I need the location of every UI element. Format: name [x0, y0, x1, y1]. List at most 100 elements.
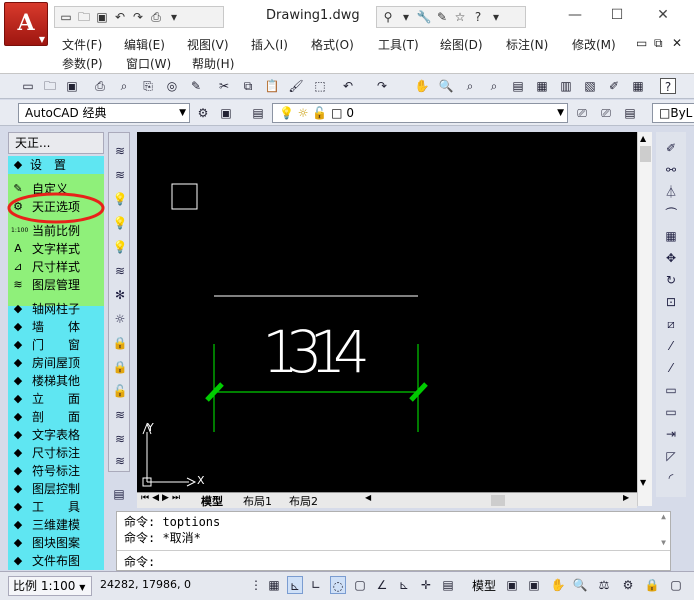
workspace-toggle-icon[interactable]: ▣ [218, 105, 234, 121]
vertical-scrollbar[interactable]: ▲ ▼ [637, 132, 652, 506]
open-file-icon[interactable]: 🗀 [77, 10, 91, 24]
palette-group-file-layout[interactable]: ◆ 文件布图 [8, 552, 104, 570]
tool-palettes-icon[interactable]: ▥ [558, 78, 574, 94]
menu-tools[interactable]: 工具(T) [378, 36, 419, 53]
save-icon[interactable]: ▣ [95, 10, 109, 24]
command-input[interactable] [177, 552, 657, 569]
color-select[interactable]: □ByL [652, 103, 694, 123]
layer-states-icon[interactable]: ▤ [622, 105, 638, 121]
model-space-toggle[interactable]: 模型 [472, 577, 496, 594]
palette-group-section[interactable]: ◆ 剖 面 [8, 408, 104, 426]
application-menu-button[interactable]: A ▼ [4, 2, 48, 46]
open-icon[interactable]: 🗀 [42, 78, 58, 94]
redo-icon[interactable]: ↷ [131, 10, 145, 24]
palette-group-settings[interactable]: ◆ 设 置 [8, 156, 104, 174]
join-icon[interactable]: ⇥ [663, 426, 679, 442]
palette-group-3d[interactable]: ◆ 三维建模 [8, 516, 104, 534]
workspace-select[interactable]: AutoCAD 经典 ▼ [18, 103, 190, 123]
sheet-set-icon[interactable]: ▧ [582, 78, 598, 94]
copy-object-icon[interactable]: ⚯ [663, 162, 679, 178]
copy-icon[interactable]: ⧉ [240, 78, 256, 94]
tab-model[interactable]: 模型 [201, 493, 223, 509]
menu-dimension[interactable]: 标注(N) [506, 36, 548, 53]
new-file-icon[interactable]: ▭ [59, 10, 73, 24]
ortho-mode-icon[interactable]: ∟ [308, 576, 324, 594]
layer-tool-icon[interactable]: ≋ [112, 263, 128, 279]
layer-previous-icon[interactable]: ⎚ [598, 105, 614, 121]
properties-icon[interactable]: ▤ [510, 78, 526, 94]
palette-item-text-style[interactable]: A 文字样式 [8, 240, 104, 258]
scroll-down-icon[interactable]: ▼ [640, 478, 646, 487]
freeze-icon[interactable]: ✻ [112, 287, 128, 303]
palette-title[interactable]: 天正... [8, 132, 104, 154]
save-icon[interactable]: ▣ [64, 78, 80, 94]
doc-close-icon[interactable]: ✕ [672, 36, 682, 50]
scroll-up-icon[interactable]: ▲ [640, 134, 646, 143]
light-bulb-icon[interactable]: 💡 [112, 215, 128, 231]
break-at-point-icon[interactable]: ▭ [663, 382, 679, 398]
scale-icon[interactable]: ⊡ [663, 294, 679, 310]
palette-group-blocks[interactable]: ◆ 图块图案 [8, 534, 104, 552]
binoculars-icon[interactable]: ⚲ [381, 10, 395, 24]
palette-group-door-window[interactable]: ◆ 门 窗 [8, 336, 104, 354]
tab-navigation-icon[interactable]: ⏮◀▶⏭ [141, 493, 183, 503]
dynamic-ucs-icon[interactable]: ✛ [418, 576, 434, 594]
light-bulb-icon[interactable]: 💡 [112, 191, 128, 207]
hscroll-thumb[interactable] [491, 495, 505, 506]
array-icon[interactable]: ▦ [663, 228, 679, 244]
cut-icon[interactable]: ✂ [216, 78, 232, 94]
help-dropdown-icon[interactable]: ▾ [489, 10, 503, 24]
layer-tool-icon[interactable]: ≋ [112, 167, 128, 183]
quick-view-drawings-icon[interactable]: ▣ [526, 576, 542, 594]
zoom-realtime-icon[interactable]: 🔍 [438, 78, 454, 94]
menu-format[interactable]: 格式(O) [311, 36, 354, 53]
workspace-settings-icon[interactable]: ⚙ [195, 105, 211, 121]
plot-icon[interactable]: ⎙ [92, 78, 108, 94]
minimize-button[interactable]: — [560, 4, 590, 26]
layer-tool-icon[interactable]: ≋ [112, 407, 128, 423]
coordinate-readout[interactable]: 24282, 17986, 0 [100, 578, 191, 591]
undo-icon[interactable]: ↶ [113, 10, 127, 24]
palette-group-layer-control[interactable]: ◆ 图层控制 [8, 480, 104, 498]
palette-group-axis[interactable]: ◆ 轴网柱子 [8, 300, 104, 318]
connect-icon[interactable]: ✎ [435, 10, 449, 24]
break-icon[interactable]: ▭ [663, 404, 679, 420]
make-current-layer-icon[interactable]: ⎚ [574, 105, 590, 121]
menu-insert[interactable]: 插入(I) [251, 36, 288, 53]
search-dropdown-icon[interactable]: ▾ [399, 10, 413, 24]
lock-icon[interactable]: 🔒 [112, 359, 128, 375]
menu-file[interactable]: 文件(F) [62, 36, 102, 53]
maximize-button[interactable]: ☐ [602, 4, 632, 26]
doc-minimize-icon[interactable]: ▭ [636, 36, 647, 50]
lock-icon[interactable]: 🔒 [112, 335, 128, 351]
markup-icon[interactable]: ✎ [188, 78, 204, 94]
menu-window[interactable]: 窗口(W) [126, 55, 171, 72]
doc-restore-icon[interactable]: ⧉ [654, 36, 663, 51]
zoom-window-icon[interactable]: ⌕ [462, 78, 478, 94]
scale-selector[interactable]: 比例 1:100 ▼ [8, 576, 92, 596]
3d-osnap-icon[interactable]: ∠ [374, 576, 390, 594]
redo-icon[interactable]: ↷ [374, 78, 390, 94]
layer-tool-icon[interactable]: ≋ [112, 143, 128, 159]
plot-icon[interactable]: ⎙ [149, 10, 163, 24]
zoom-icon[interactable]: 🔍 [572, 576, 588, 594]
palette-group-stairs[interactable]: ◆ 楼梯其他 [8, 372, 104, 390]
move-icon[interactable]: ✥ [663, 250, 679, 266]
design-center-icon[interactable]: ▦ [534, 78, 550, 94]
help-icon[interactable]: ? [660, 78, 676, 94]
layer-tool-icon[interactable]: ≋ [112, 453, 128, 469]
palette-group-room-roof[interactable]: ◆ 房间屋顶 [8, 354, 104, 372]
scroll-down-icon[interactable]: ▼ [661, 538, 666, 547]
light-bulb-icon[interactable]: 💡 [112, 239, 128, 255]
extend-icon[interactable]: ⁄ [663, 360, 679, 376]
fillet-icon[interactable]: ◜ [663, 470, 679, 486]
markup-manager-icon[interactable]: ✐ [606, 78, 622, 94]
plot-preview-icon[interactable]: ⌕ [116, 78, 132, 94]
scroll-left-icon[interactable]: ◀ [365, 493, 371, 502]
chamfer-icon[interactable]: ◸ [663, 448, 679, 464]
3d-dwf-icon[interactable]: ◎ [164, 78, 180, 94]
snap-mode-icon[interactable]: ▦ [266, 576, 282, 594]
help-icon[interactable]: ? [471, 10, 485, 24]
scroll-up-icon[interactable]: ▲ [661, 512, 666, 521]
infer-constraints-icon[interactable]: ⋮ [248, 576, 264, 594]
